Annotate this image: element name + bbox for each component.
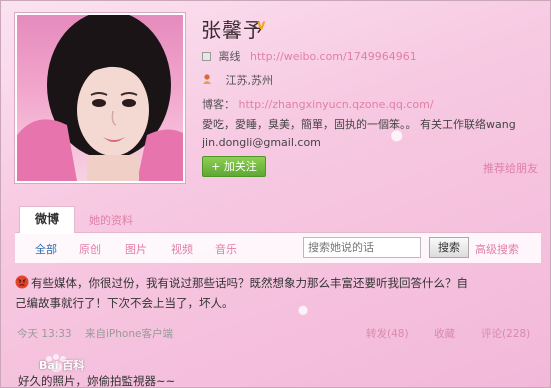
status-text: 离线 [218, 50, 241, 63]
post-text: 己编故事就行了！下次不会上当了，坏人。 [15, 296, 234, 310]
post-source: 来自iPhone客户端 [85, 328, 173, 340]
search-input[interactable] [303, 237, 421, 258]
post-text-line: 有些媒体，你很过份，我有说过那些话吗？既然想象力那么丰富还要听我回答什么？自 [15, 273, 535, 293]
filter-all[interactable]: 全部 [35, 241, 57, 257]
filter-original[interactable]: 原创 [79, 241, 101, 257]
feed-filter-bar: 全部 原创 图片 视频 音乐 搜索 高级搜索 [15, 233, 541, 263]
repost-link[interactable]: 转发(48) [366, 326, 409, 341]
blog-url-link[interactable]: http://zhangxinyucn.qzone.qq.com/ [239, 98, 434, 111]
weibo-profile-page: 张馨予 v 离线 http://weibo.com/1749964961 江苏,… [0, 0, 551, 388]
blog-label: 博客： [202, 98, 235, 111]
profile-bio: 愛吃，愛睡，臭美，簡單，固执的一個笨。。 有关工作联络wang jin.dong… [202, 116, 537, 152]
recommend-to-friend-link[interactable]: 推荐给朋友 [483, 160, 538, 176]
weibo-post: 有些媒体，你很过份，我有说过那些话吗？既然想象力那么丰富还要听我回答什么？自 己… [15, 273, 535, 313]
follow-button[interactable]: + 加关注 [202, 156, 266, 177]
tab-her-profile[interactable]: 她的资料 [89, 212, 133, 228]
profile-avatar[interactable] [15, 13, 185, 183]
location-row: 江苏,苏州 [202, 72, 273, 88]
profile-name: 张馨予 [201, 18, 264, 42]
profile-tabs: 微博 她的资料 [15, 206, 541, 234]
comment-link[interactable]: 评论(228) [481, 326, 530, 341]
baidu-watermark: Bai 百科 [39, 359, 85, 372]
post-time[interactable]: 今天 13:33 [17, 326, 72, 341]
image-caption: 好久的照片，妳偷拍監視器~~ [18, 374, 176, 388]
search-button[interactable]: 搜索 [429, 237, 469, 258]
status-offline-icon [202, 52, 211, 61]
blog-row: 博客： http://zhangxinyucn.qzone.qq.com/ [202, 96, 434, 112]
bio-line: jin.dongli@gmail.com [202, 136, 321, 149]
status-row: 离线 http://weibo.com/1749964961 [202, 48, 417, 64]
filter-videos[interactable]: 视频 [171, 241, 193, 257]
post-text: 有些媒体，你很过份，我有说过那些话吗？既然想象力那么丰富还要听我回答什么？自 [31, 276, 468, 290]
location-pin-icon [203, 74, 211, 84]
verified-v-icon: v [257, 18, 266, 33]
favorite-link[interactable]: 收藏 [434, 326, 455, 341]
advanced-search-link[interactable]: 高级搜索 [475, 241, 519, 257]
weibo-url-link[interactable]: http://weibo.com/1749964961 [250, 50, 417, 63]
location-text: 江苏,苏州 [225, 74, 274, 87]
avatar-portrait-image [17, 15, 183, 181]
angry-face-icon [15, 275, 29, 289]
filter-music[interactable]: 音乐 [215, 241, 237, 257]
filter-images[interactable]: 图片 [125, 241, 147, 257]
tab-weibo[interactable]: 微博 [19, 206, 75, 234]
bio-line: 愛吃，愛睡，臭美，簡單，固执的一個笨。。 有关工作联络wang [202, 118, 516, 131]
